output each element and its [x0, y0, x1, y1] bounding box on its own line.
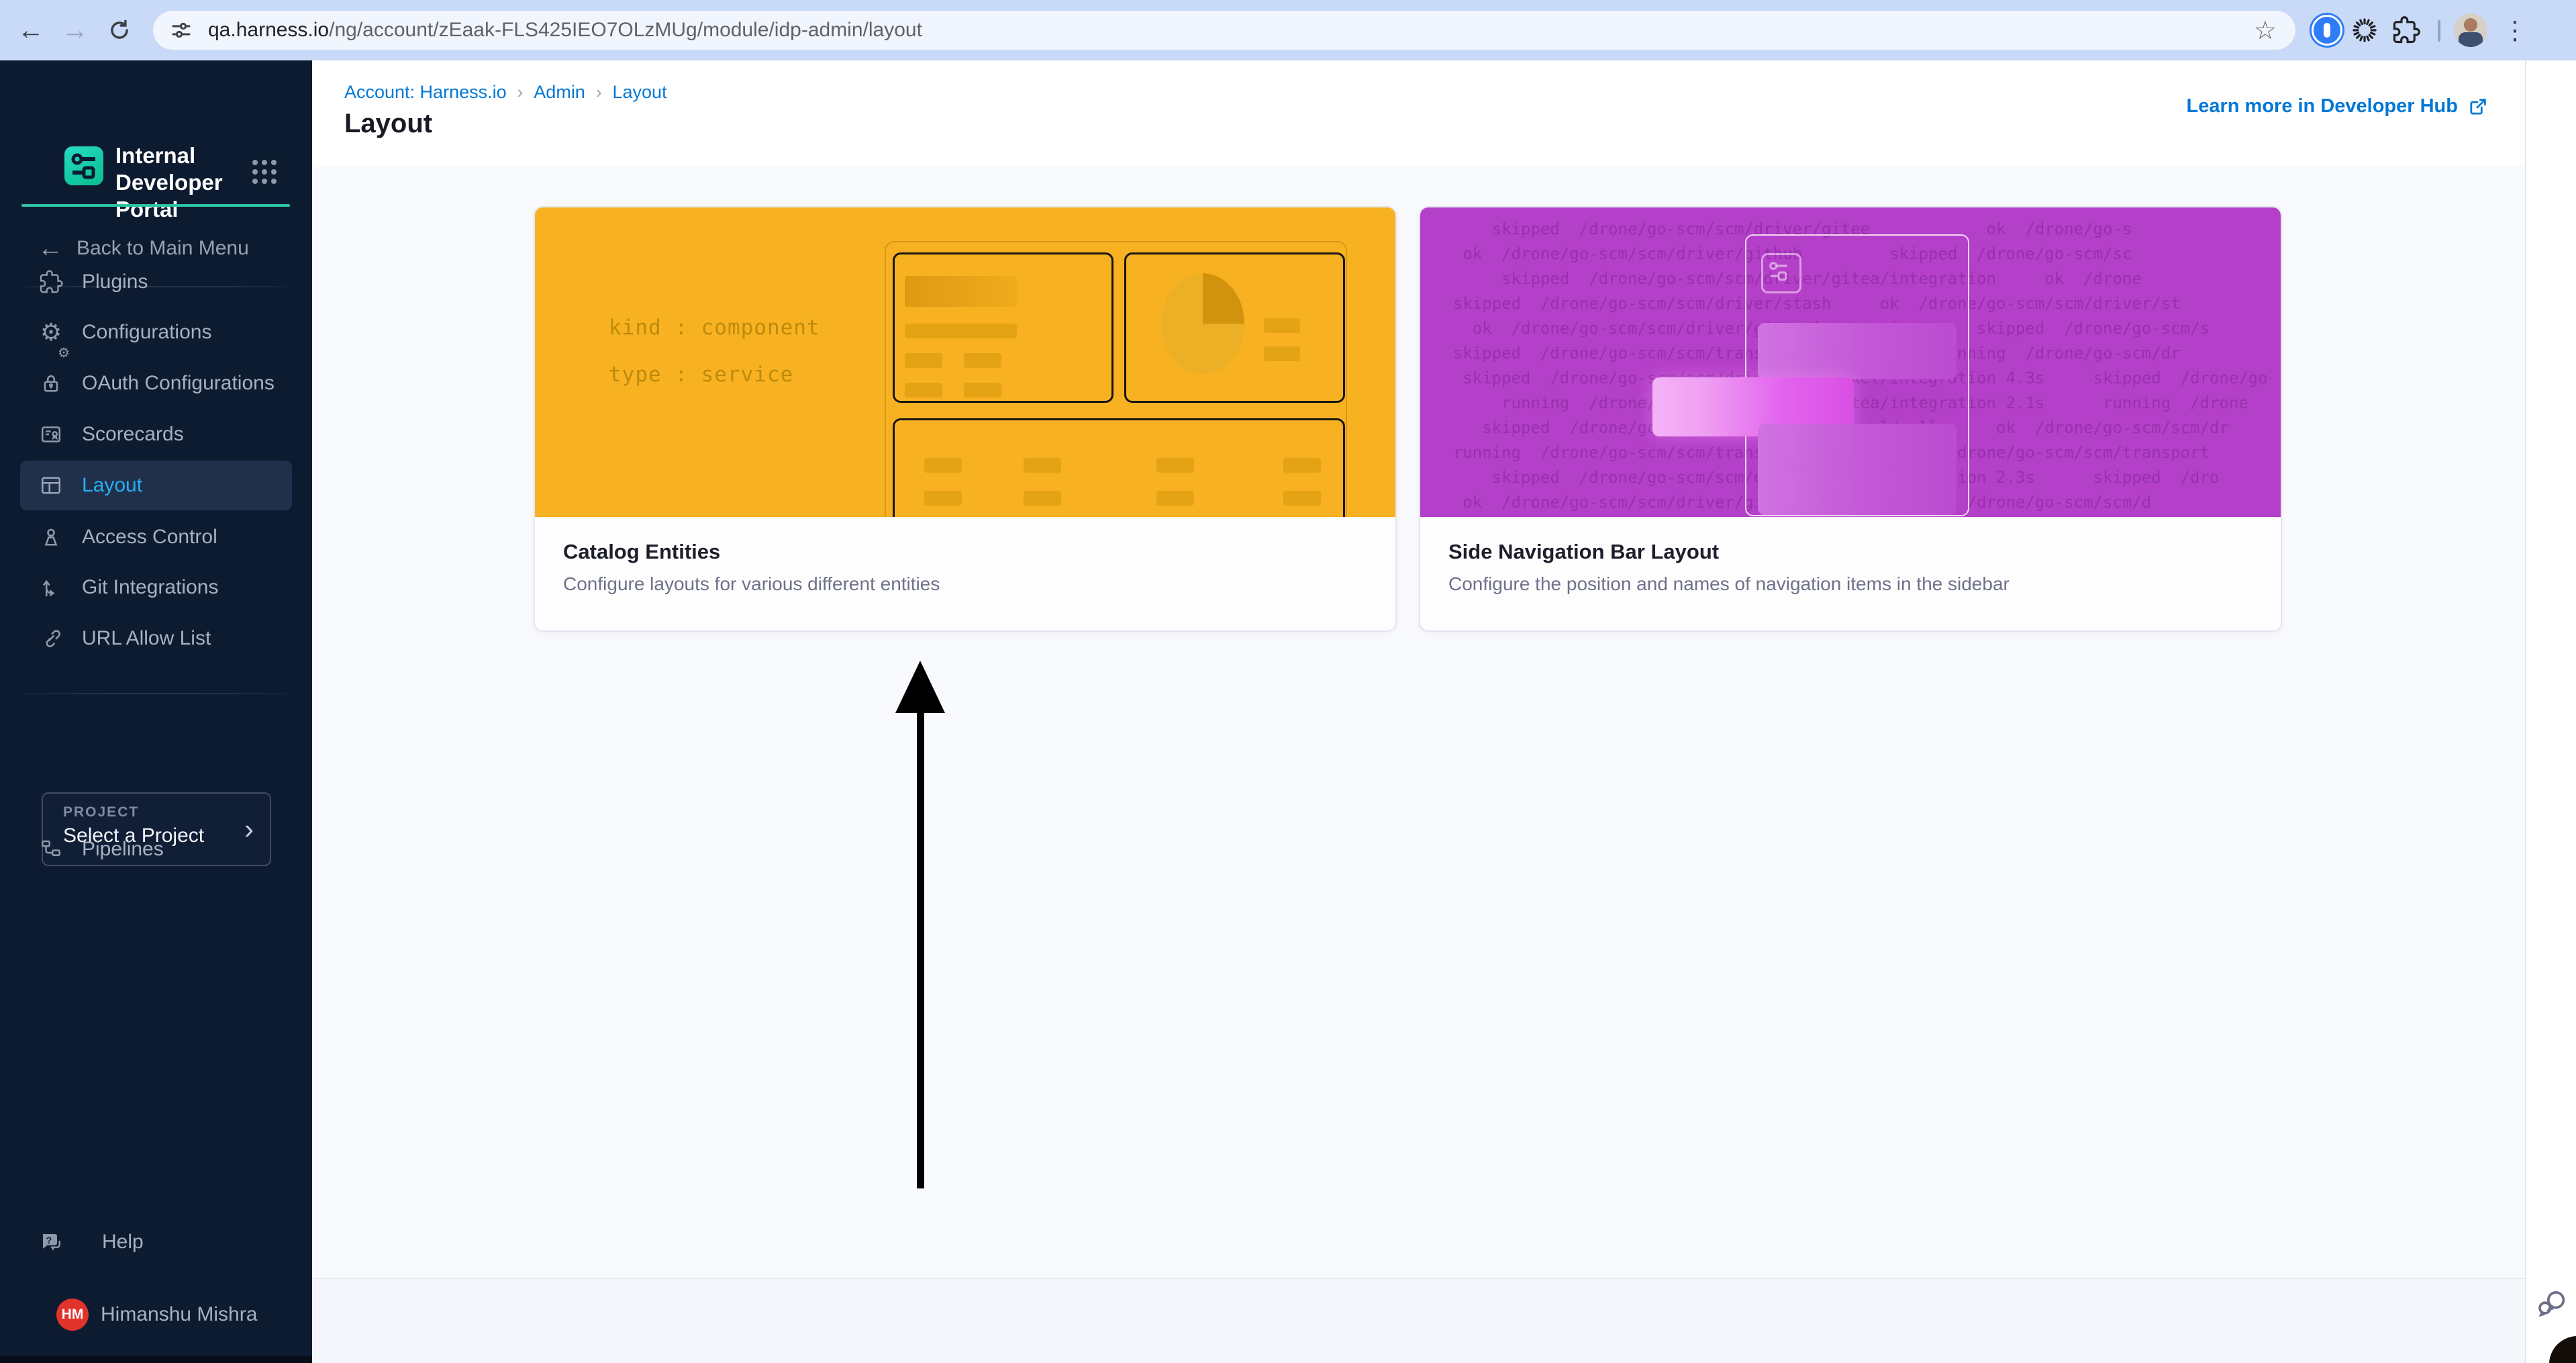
git-branch-icon: [38, 563, 64, 612]
sidebar-item-oauth-configurations[interactable]: OAuth Configurations: [20, 359, 292, 408]
lock-icon: [38, 359, 64, 408]
url-host: qa.harness.io: [208, 19, 330, 41]
link-icon: [38, 614, 64, 663]
side-nav-illustration: skipped /drone/go-scm/scm/driver/gitee o…: [1420, 207, 2281, 517]
sidebar-item-configurations[interactable]: ⚙ ⚙ Configurations: [20, 308, 292, 361]
toolbar-divider: [2438, 20, 2440, 42]
product-title: Internal Developer Portal: [115, 143, 223, 222]
card-text: Catalog Entities Configure layouts for v…: [535, 517, 1395, 595]
breadcrumb: Account: Harness.io › Admin › Layout: [344, 82, 667, 103]
screen: ← → qa.harness.io/ng/account/zEaak-FLS42…: [0, 0, 2576, 1363]
sidebar-item-plugins[interactable]: Plugins: [20, 257, 292, 307]
onepassword-extension-icon[interactable]: [2312, 15, 2342, 46]
breadcrumb-separator: ›: [595, 82, 602, 102]
card-title: Catalog Entities: [563, 540, 721, 563]
pipelines-icon: [38, 825, 64, 874]
breadcrumb-admin[interactable]: Admin: [534, 82, 585, 103]
learn-more-link[interactable]: Learn more in Developer Hub: [2187, 95, 2489, 117]
sidebar-item-pipelines[interactable]: Pipelines: [20, 825, 292, 874]
url-bar[interactable]: qa.harness.io/ng/account/zEaak-FLS425IEO…: [153, 11, 2295, 50]
browser-forward-button[interactable]: →: [56, 0, 94, 60]
browser-menu-icon[interactable]: ⋮: [2498, 0, 2532, 60]
sidebar-item-scorecards[interactable]: Scorecards: [20, 410, 292, 459]
yaml-annotation: kind : component type : service: [609, 316, 820, 387]
svg-text:?: ?: [46, 1235, 52, 1246]
sidebar-item-access-control[interactable]: Access Control: [20, 512, 292, 562]
sidebar: Internal Developer Portal ← Back to Main…: [0, 60, 312, 1363]
side-nav-layout-card[interactable]: skipped /drone/go-scm/scm/driver/gitee o…: [1419, 206, 2282, 632]
external-link-icon: [2470, 98, 2486, 115]
person-icon: [38, 512, 64, 562]
sidebar-divider: [20, 693, 291, 694]
mock-panel-about: [893, 252, 1113, 403]
user-profile-item[interactable]: HM Himanshu Mishra: [20, 1290, 292, 1340]
catalog-entities-illustration: kind : component type : service: [535, 207, 1395, 517]
mock-pie-chart: [1161, 273, 1244, 374]
puzzle-icon: [38, 257, 64, 307]
idp-logo: [64, 146, 103, 185]
browser-back-button[interactable]: ←: [12, 0, 50, 60]
breadcrumb-layout[interactable]: Layout: [613, 82, 667, 103]
sidebar-item-layout[interactable]: Layout: [20, 461, 292, 510]
browser-toolbar: ← → qa.harness.io/ng/account/zEaak-FLS42…: [0, 0, 2576, 61]
card-description: Configure layouts for various different …: [563, 573, 940, 594]
browser-reload-button[interactable]: [101, 0, 138, 60]
sidebar-item-git-integrations[interactable]: Git Integrations: [20, 563, 292, 612]
breadcrumb-account[interactable]: Account: Harness.io: [344, 82, 507, 103]
url-path: /ng/account/zEaak-FLS425IEO7OLzMUg/modul…: [329, 19, 922, 41]
idp-logo-glyph: [71, 153, 95, 179]
app-switcher-grid-icon[interactable]: [252, 160, 277, 184]
card-description: Configure the position and names of navi…: [1448, 573, 2010, 594]
catalog-entities-card[interactable]: kind : component type : service Catalog …: [534, 206, 1397, 632]
gears-icon: ⚙ ⚙: [40, 318, 70, 361]
mock-nav-item: [1758, 476, 1956, 515]
extensions-puzzle-icon[interactable]: [2392, 16, 2420, 44]
mock-panel-chart: [1124, 252, 1345, 403]
annotation-up-arrow: [895, 661, 945, 1188]
sidebar-item-url-allow-list[interactable]: URL Allow List: [20, 614, 292, 663]
browser-profile-avatar[interactable]: [2454, 13, 2487, 47]
mock-logo-outline: [1761, 253, 1801, 293]
scorecard-icon: [38, 410, 64, 459]
card-title: Side Navigation Bar Layout: [1448, 540, 1720, 563]
layout-icon: [38, 461, 64, 510]
sidebar-item-help[interactable]: ? Help: [20, 1217, 292, 1267]
help-chat-icon: ?: [38, 1217, 64, 1267]
footer-strip: [312, 1279, 2525, 1363]
card-text: Side Navigation Bar Layout Configure the…: [1420, 517, 2281, 595]
scrollbar-gutter[interactable]: [2525, 60, 2576, 1363]
mock-panel-table: [893, 418, 1345, 517]
sidebar-accent-divider: [21, 204, 290, 207]
chat-support-launcher-icon[interactable]: [2534, 1286, 2569, 1321]
url-text: qa.harness.io/ng/account/zEaak-FLS425IEO…: [208, 19, 922, 42]
reload-icon: [111, 19, 128, 39]
page-header: Account: Harness.io › Admin › Layout Lay…: [312, 60, 2576, 167]
bookmark-star-icon[interactable]: ☆: [2254, 15, 2277, 46]
user-avatar: HM: [56, 1299, 89, 1331]
breadcrumb-separator: ›: [517, 82, 524, 102]
extension-spinner-icon[interactable]: [2350, 16, 2379, 44]
mock-nav-item: [1758, 323, 1956, 379]
page-title: Layout: [344, 109, 433, 138]
window-edge: [0, 1356, 312, 1363]
site-settings-icon[interactable]: [169, 18, 193, 42]
